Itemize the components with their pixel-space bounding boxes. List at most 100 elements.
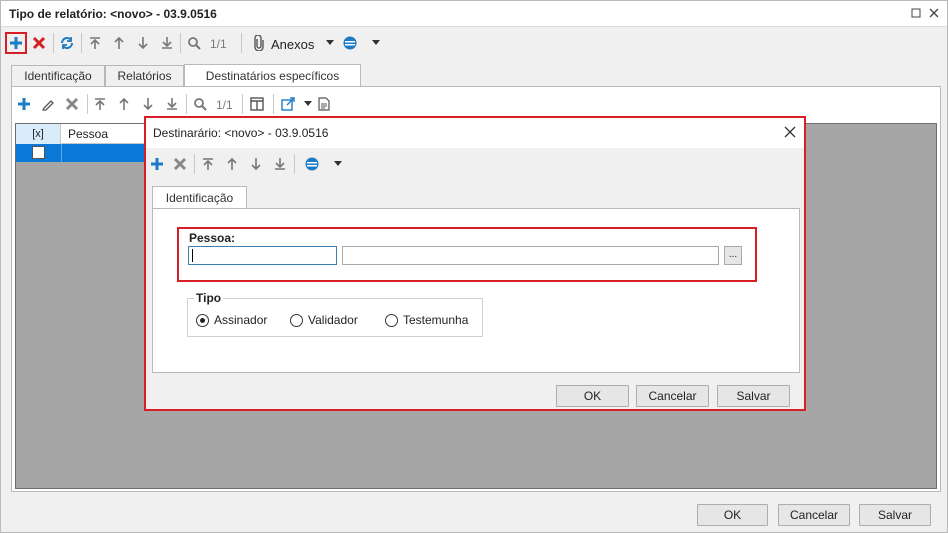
dialog-tab-identificacao[interactable]: Identificação <box>152 186 247 208</box>
dialog-title: Destinarário: <novo> - 03.9.0516 <box>153 126 329 140</box>
options-circle-icon <box>305 157 319 171</box>
dialog-identificacao-panel: Pessoa: ... Tipo Assinador Validador Tes… <box>152 208 800 373</box>
tab-destinatarios-especificos[interactable]: Destinatários específicos <box>184 64 361 86</box>
sub-previous-record-button[interactable] <box>113 93 135 115</box>
refresh-button[interactable] <box>56 32 78 54</box>
radio-circle <box>290 313 303 327</box>
more-options-dropdown[interactable] <box>365 32 387 54</box>
attachments-icon-wrap[interactable] <box>248 32 270 54</box>
pessoa-name-input[interactable] <box>342 246 719 265</box>
column-header-select[interactable]: [x] <box>16 124 61 144</box>
sub-first-record-button[interactable] <box>89 93 111 115</box>
pessoa-lookup-button[interactable]: ... <box>724 246 742 265</box>
refresh-icon <box>61 37 73 49</box>
sub-edit-button[interactable] <box>37 93 59 115</box>
maximize-icon[interactable] <box>909 6 923 20</box>
dialog-save-button[interactable]: Salvar <box>717 385 790 407</box>
tab-relatorios[interactable]: Relatórios <box>105 65 184 86</box>
arrow-bottom-icon <box>275 158 285 170</box>
destinatario-dialog: Destinarário: <novo> - 03.9.0516 Identif… <box>144 116 806 411</box>
main-toolbar: 1/1 Anexos <box>1 30 947 56</box>
toolbar-separator <box>194 154 195 174</box>
attachments-dropdown[interactable] <box>319 32 341 54</box>
columns-button[interactable] <box>246 93 268 115</box>
dialog-add-button[interactable] <box>146 153 168 175</box>
arrow-up-icon <box>227 157 237 170</box>
more-options-button[interactable] <box>339 32 361 54</box>
record-counter: 1/1 <box>210 37 227 51</box>
caret-down-icon <box>372 40 380 45</box>
caret-down-icon <box>334 161 342 166</box>
search-button[interactable] <box>183 32 205 54</box>
x-icon <box>173 157 187 171</box>
caret-down-icon <box>304 101 312 106</box>
sub-search-button[interactable] <box>189 93 211 115</box>
delete-button[interactable] <box>28 32 50 54</box>
paperclip-icon <box>254 35 264 51</box>
export-button[interactable] <box>277 93 299 115</box>
search-icon <box>194 98 207 111</box>
export-icon <box>281 97 295 111</box>
tab-identificacao[interactable]: Identificação <box>11 65 105 86</box>
add-button[interactable] <box>5 32 27 54</box>
radio-circle <box>385 313 398 327</box>
main-tabs: Identificação Relatórios Destinatários e… <box>11 64 941 87</box>
dialog-next-record-button[interactable] <box>245 153 267 175</box>
columns-icon <box>250 97 264 111</box>
sub-add-button[interactable] <box>13 93 35 115</box>
cancel-button[interactable]: Cancelar <box>778 504 850 526</box>
arrow-down-icon <box>251 158 261 171</box>
row-column-divider <box>61 144 62 162</box>
sub-record-counter: 1/1 <box>216 98 233 112</box>
radio-assinador[interactable]: Assinador <box>196 313 267 327</box>
arrow-bottom-icon <box>162 37 172 49</box>
plus-icon <box>151 158 163 170</box>
sub-last-record-button[interactable] <box>161 93 183 115</box>
toolbar-separator <box>242 94 243 114</box>
dialog-first-record-button[interactable] <box>197 153 219 175</box>
close-icon[interactable] <box>927 6 941 20</box>
save-button[interactable]: Salvar <box>859 504 931 526</box>
toolbar-separator <box>81 33 82 53</box>
ok-button[interactable]: OK <box>697 504 768 526</box>
x-icon <box>32 36 46 50</box>
search-icon <box>188 37 201 50</box>
dialog-close-icon[interactable] <box>783 125 797 139</box>
dialog-cancel-button[interactable]: Cancelar <box>636 385 709 407</box>
dialog-previous-record-button[interactable] <box>221 153 243 175</box>
attachments-button[interactable]: Anexos <box>271 37 314 52</box>
pencil-icon <box>41 100 54 111</box>
tipo-label: Tipo <box>194 291 224 305</box>
first-record-button[interactable] <box>84 32 106 54</box>
dialog-ok-button[interactable]: OK <box>556 385 629 407</box>
row-checkbox[interactable] <box>32 146 45 159</box>
text-caret <box>192 249 193 262</box>
column-header-pessoa[interactable]: Pessoa <box>68 124 108 144</box>
toolbar-separator <box>180 33 181 53</box>
toolbar-separator <box>53 33 54 53</box>
pessoa-label: Pessoa: <box>189 231 236 245</box>
arrow-top-icon <box>90 37 100 49</box>
next-record-button[interactable] <box>132 32 154 54</box>
previous-record-button[interactable] <box>108 32 130 54</box>
options-circle-icon <box>343 36 357 50</box>
arrow-down-icon <box>138 37 148 50</box>
dialog-last-record-button[interactable] <box>269 153 291 175</box>
radio-testemunha[interactable]: Testemunha <box>385 313 468 327</box>
last-record-button[interactable] <box>156 32 178 54</box>
arrow-bottom-icon <box>167 98 177 110</box>
toolbar-separator <box>294 154 295 174</box>
caret-down-icon <box>326 40 334 45</box>
pessoa-code-input[interactable] <box>188 246 337 265</box>
sub-delete-button[interactable] <box>61 93 83 115</box>
dialog-delete-button[interactable] <box>169 153 191 175</box>
dialog-options-dropdown[interactable] <box>327 153 349 175</box>
dialog-options-button[interactable] <box>301 153 323 175</box>
sub-next-record-button[interactable] <box>137 93 159 115</box>
radio-validador[interactable]: Validador <box>290 313 358 327</box>
arrow-top-icon <box>95 98 105 110</box>
radio-circle-selected <box>196 313 209 327</box>
document-button[interactable] <box>313 93 335 115</box>
window-titlebar: Tipo de relatório: <novo> - 03.9.0516 <box>1 1 947 27</box>
arrow-up-icon <box>114 36 124 49</box>
